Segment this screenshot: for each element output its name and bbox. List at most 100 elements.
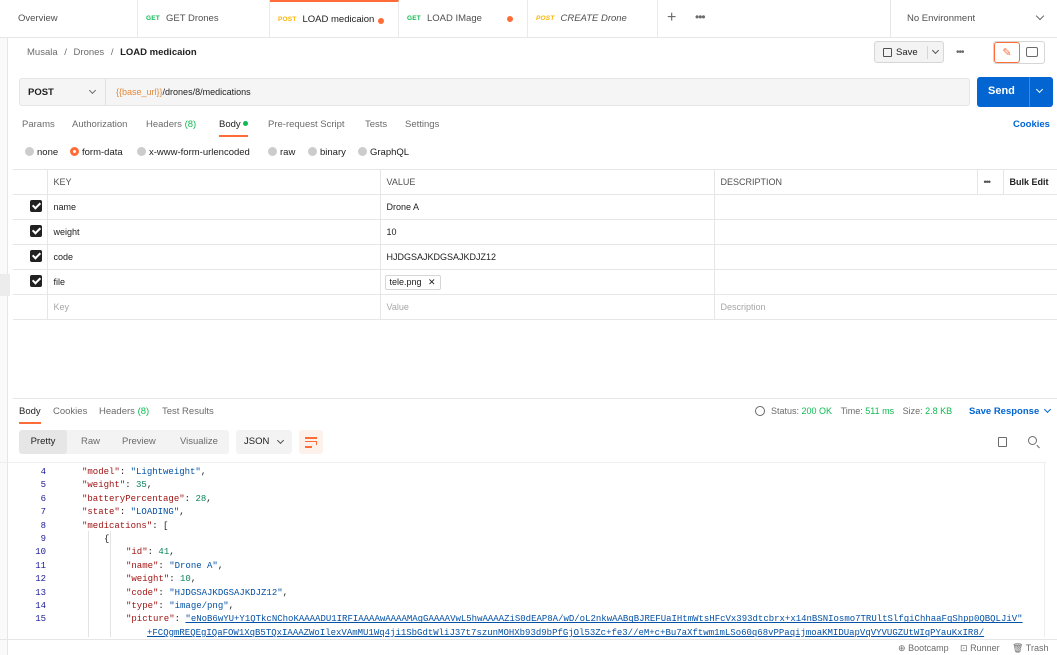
json-comma: , xyxy=(217,560,224,571)
description-placeholder[interactable]: Description xyxy=(714,294,1057,320)
method-select[interactable]: POST xyxy=(20,79,106,105)
view-visualize[interactable]: Visualize xyxy=(180,436,218,447)
more-actions-icon[interactable]: ••• xyxy=(956,47,964,58)
breadcrumb-separator: / xyxy=(110,47,114,58)
row-checkbox[interactable] xyxy=(13,244,48,270)
radio-icon xyxy=(268,147,277,156)
cookies-link[interactable]: Cookies xyxy=(1013,119,1050,130)
tab-body[interactable]: Body xyxy=(219,119,249,137)
tab-create-drone[interactable]: POST CREATE Drone xyxy=(528,0,658,37)
copy-icon[interactable] xyxy=(998,437,1007,447)
tab-authorization[interactable]: Authorization xyxy=(72,119,127,130)
tab-overview[interactable]: Overview xyxy=(10,0,138,37)
tab-label: Headers xyxy=(146,119,182,130)
row-key[interactable]: weight xyxy=(47,219,381,245)
save-button[interactable]: Save xyxy=(874,41,944,63)
method-badge: GET xyxy=(407,15,421,22)
row-key[interactable]: code xyxy=(47,244,381,270)
json-key: "name" xyxy=(126,560,159,571)
row-checkbox[interactable] xyxy=(13,269,48,295)
table-more-icon[interactable]: ••• xyxy=(977,169,1004,195)
radio-binary[interactable]: binary xyxy=(308,147,346,158)
row-key[interactable]: name xyxy=(47,194,381,220)
chevron-down-icon[interactable] xyxy=(1035,85,1044,94)
size-label: Size: xyxy=(902,406,923,416)
json-value: "HJDGSAJKDGSAJKDJZ12" xyxy=(169,587,283,598)
tab-label: LOAD IMage xyxy=(426,13,482,24)
tab-settings[interactable]: Settings xyxy=(405,119,439,130)
tab-label: GET Drones xyxy=(165,13,219,24)
bootcamp-icon: ⊕ xyxy=(898,643,906,653)
row-value[interactable]: tele.png ✕ xyxy=(380,269,715,295)
row-description[interactable] xyxy=(714,269,1057,295)
bootcamp-link[interactable]: ⊕ Bootcamp xyxy=(898,643,949,654)
resp-tab-cookies[interactable]: Cookies xyxy=(53,406,87,417)
view-pretty[interactable]: Pretty xyxy=(19,430,67,454)
key-placeholder[interactable]: Key xyxy=(47,294,381,320)
environment-select[interactable]: No Environment xyxy=(890,0,1057,37)
tab-prerequest[interactable]: Pre-request Script xyxy=(268,119,345,130)
chevron-down-icon xyxy=(88,86,97,95)
row-value[interactable]: 10 xyxy=(380,219,715,245)
column-header-description: DESCRIPTION xyxy=(714,169,978,195)
radio-form-data[interactable]: form-data xyxy=(70,147,123,158)
tab-params[interactable]: Params xyxy=(22,119,55,130)
request-bar: POST {{base_url}}/drones/8/medications xyxy=(19,78,970,106)
time-value[interactable]: 511 ms xyxy=(865,406,894,416)
breadcrumb-folder[interactable]: Drones xyxy=(74,47,105,58)
response-code-viewer[interactable]: 4 "model": "Lightweight", 5 "weight": 35, 6 "… xyxy=(0,462,1046,637)
headers-count: (8) xyxy=(184,119,197,130)
send-button[interactable]: Send xyxy=(977,77,1053,107)
new-tab-plus-icon[interactable]: + xyxy=(667,10,676,26)
time-label: Time: xyxy=(840,406,863,416)
tab-load-medicaion[interactable]: POST LOAD medicaion xyxy=(270,0,399,37)
row-checkbox[interactable] xyxy=(13,219,48,245)
view-preview[interactable]: Preview xyxy=(122,436,156,447)
format-select[interactable]: JSON xyxy=(236,430,292,454)
save-response-button[interactable]: Save Response xyxy=(969,405,1052,417)
runner-link[interactable]: ⊡ Runner xyxy=(960,643,1000,654)
wrap-lines-icon[interactable] xyxy=(299,430,323,454)
row-checkbox[interactable] xyxy=(13,194,48,220)
row-description[interactable] xyxy=(714,219,1057,245)
remove-file-icon[interactable]: ✕ xyxy=(428,277,436,287)
row-description[interactable] xyxy=(714,244,1057,270)
status-label: Status: xyxy=(771,406,800,416)
row-key[interactable]: file xyxy=(47,269,381,295)
resp-tab-headers[interactable]: Headers (8) xyxy=(99,406,149,417)
json-comma: , xyxy=(146,480,153,491)
tab-get-drones[interactable]: GET GET Drones xyxy=(138,0,270,37)
breadcrumb-collection[interactable]: Musala xyxy=(27,47,58,58)
tab-more-icon[interactable]: ••• xyxy=(695,10,706,24)
json-comma: , xyxy=(282,587,289,598)
comments-icon[interactable] xyxy=(1026,47,1038,57)
chevron-down-icon xyxy=(1035,11,1045,21)
tab-load-image[interactable]: GET LOAD IMage xyxy=(399,0,528,37)
radio-urlencoded[interactable]: x-www-form-urlencoded xyxy=(137,147,250,158)
chevron-down-icon xyxy=(276,436,285,445)
trash-link[interactable]: 🗑 Trash xyxy=(1012,643,1048,654)
line-number: 7 xyxy=(40,507,46,518)
tab-tests[interactable]: Tests xyxy=(365,119,387,130)
unsaved-dot-icon xyxy=(507,16,513,22)
radio-graphql[interactable]: GraphQL xyxy=(358,147,409,158)
row-description[interactable] xyxy=(714,194,1057,220)
status-value[interactable]: 200 OK xyxy=(802,406,833,416)
edit-pencil-icon[interactable]: ✎ xyxy=(994,42,1020,63)
radio-icon xyxy=(137,147,146,156)
row-value[interactable]: Drone A xyxy=(380,194,715,220)
method-badge: POST xyxy=(536,15,555,22)
size-value[interactable]: 2.8 KB xyxy=(925,406,952,416)
search-icon[interactable] xyxy=(1028,436,1037,445)
scrollbar[interactable] xyxy=(1044,462,1050,637)
resp-tab-body[interactable]: Body xyxy=(19,406,41,424)
value-placeholder[interactable]: Value xyxy=(380,294,715,320)
view-raw[interactable]: Raw xyxy=(81,436,100,447)
radio-none[interactable]: none xyxy=(25,147,58,158)
resp-tab-tests[interactable]: Test Results xyxy=(162,406,214,417)
bulk-edit-button[interactable]: Bulk Edit xyxy=(1003,169,1057,195)
row-value[interactable]: HJDGSAJKDGSAJKDJZ12 xyxy=(380,244,715,270)
tab-headers[interactable]: Headers (8) xyxy=(146,119,196,130)
radio-raw[interactable]: raw xyxy=(268,147,295,158)
url-input[interactable]: {{base_url}}/drones/8/medications xyxy=(116,79,251,105)
